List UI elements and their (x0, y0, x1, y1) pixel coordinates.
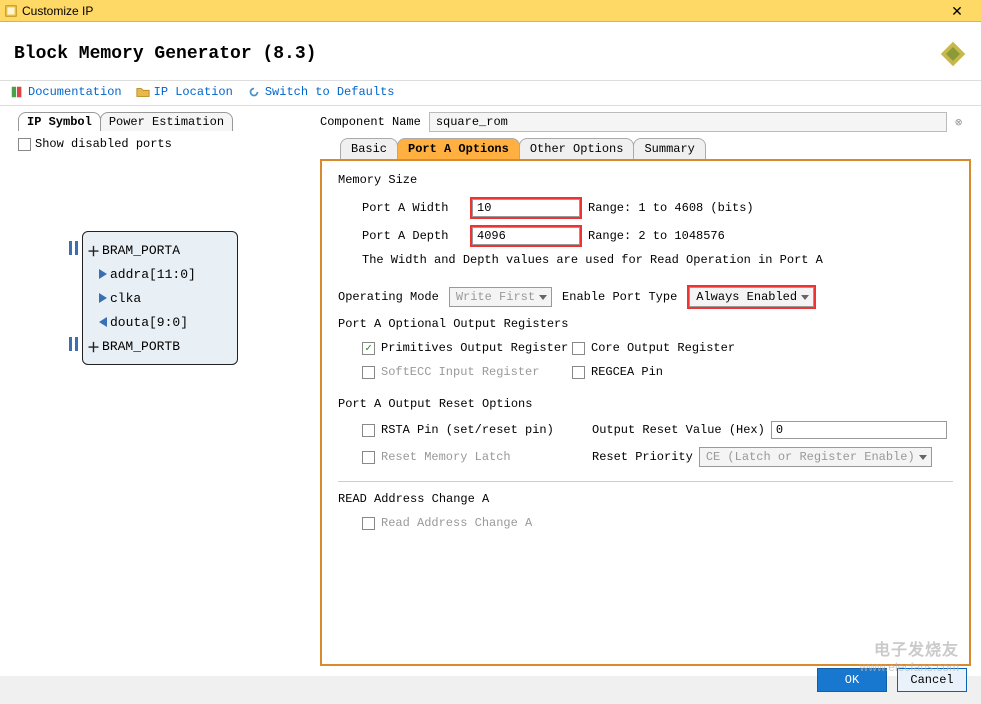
left-panel: IP Symbol Power Estimation Show disabled… (0, 106, 310, 676)
documentation-link[interactable]: Documentation (10, 85, 122, 99)
config-tabs: Basic Port A Options Other Options Summa… (340, 138, 971, 159)
component-name-input[interactable] (429, 112, 947, 132)
folder-icon (136, 85, 150, 99)
enable-port-type-select[interactable]: Always Enabled (689, 287, 814, 307)
read-address-change-checkbox (362, 517, 375, 530)
output-reset-value-input[interactable] (771, 421, 947, 439)
component-name-label: Component Name (320, 115, 421, 129)
cancel-button[interactable]: Cancel (897, 668, 967, 692)
tab-port-a-options[interactable]: Port A Options (397, 138, 520, 159)
left-tabs: IP Symbol Power Estimation (18, 112, 302, 131)
show-disabled-ports-checkbox[interactable] (18, 138, 31, 151)
port-a-width-label: Port A Width (362, 201, 470, 215)
close-button[interactable]: ✕ (937, 0, 977, 22)
window-title: Customize IP (22, 4, 937, 18)
chevron-down-icon (801, 295, 809, 300)
refresh-icon (247, 85, 261, 99)
output-reset-options-title: Port A Output Reset Options (338, 397, 953, 411)
output-reset-value-label: Output Reset Value (Hex) (592, 423, 765, 437)
operating-mode-select: Write First (449, 287, 552, 307)
reset-memory-latch-checkbox (362, 451, 375, 464)
regcea-pin-checkbox[interactable] (572, 366, 585, 379)
switch-defaults-link[interactable]: Switch to Defaults (247, 85, 395, 99)
main: IP Symbol Power Estimation Show disabled… (0, 106, 981, 676)
optional-output-registers-title: Port A Optional Output Registers (338, 317, 953, 331)
ip-symbol-diagram: ＋BRAM_PORTA addra[11:0] clka douta[9:0] … (82, 231, 238, 365)
memory-size-title: Memory Size (338, 173, 953, 187)
port-a-depth-range: Range: 2 to 1048576 (588, 229, 725, 243)
config-body: Memory Size Port A Width Range: 1 to 460… (320, 159, 971, 666)
primitives-output-register-checkbox[interactable] (362, 342, 375, 355)
chevron-down-icon (919, 455, 927, 460)
ok-button[interactable]: OK (817, 668, 887, 692)
window-titlebar: Customize IP ✕ (0, 0, 981, 22)
page-title: Block Memory Generator (8.3) (14, 44, 939, 64)
reset-priority-select: CE (Latch or Register Enable) (699, 447, 932, 467)
reset-priority-label: Reset Priority (592, 450, 693, 464)
port-a-width-range: Range: 1 to 4608 (bits) (588, 201, 754, 215)
rsta-pin-checkbox[interactable] (362, 424, 375, 437)
port-a-width-input[interactable] (472, 199, 580, 217)
port-a-depth-input[interactable] (472, 227, 580, 245)
toolbar: Documentation IP Location Switch to Defa… (0, 81, 981, 106)
right-panel: Component Name ⊗ Basic Port A Options Ot… (310, 106, 981, 676)
xilinx-logo-icon (939, 40, 967, 68)
read-address-change-title: READ Address Change A (338, 492, 953, 506)
softecc-input-register-checkbox (362, 366, 375, 379)
port-a-depth-label: Port A Depth (362, 229, 470, 243)
tab-ip-symbol[interactable]: IP Symbol (18, 112, 101, 131)
chevron-down-icon (539, 295, 547, 300)
clear-icon[interactable]: ⊗ (955, 115, 971, 130)
core-output-register-checkbox[interactable] (572, 342, 585, 355)
app-icon (4, 4, 18, 18)
ip-location-link[interactable]: IP Location (136, 85, 233, 99)
header: Block Memory Generator (8.3) (0, 22, 981, 81)
show-disabled-ports-label: Show disabled ports (35, 137, 172, 151)
book-icon (10, 85, 24, 99)
tab-other-options[interactable]: Other Options (519, 138, 635, 159)
tab-summary[interactable]: Summary (633, 138, 705, 159)
tab-power-estimation[interactable]: Power Estimation (100, 112, 233, 131)
memory-size-note: The Width and Depth values are used for … (338, 253, 953, 267)
operating-mode-label: Operating Mode (338, 290, 439, 304)
enable-port-type-label: Enable Port Type (562, 290, 677, 304)
footer-buttons: OK Cancel (817, 668, 967, 692)
tab-basic[interactable]: Basic (340, 138, 398, 159)
